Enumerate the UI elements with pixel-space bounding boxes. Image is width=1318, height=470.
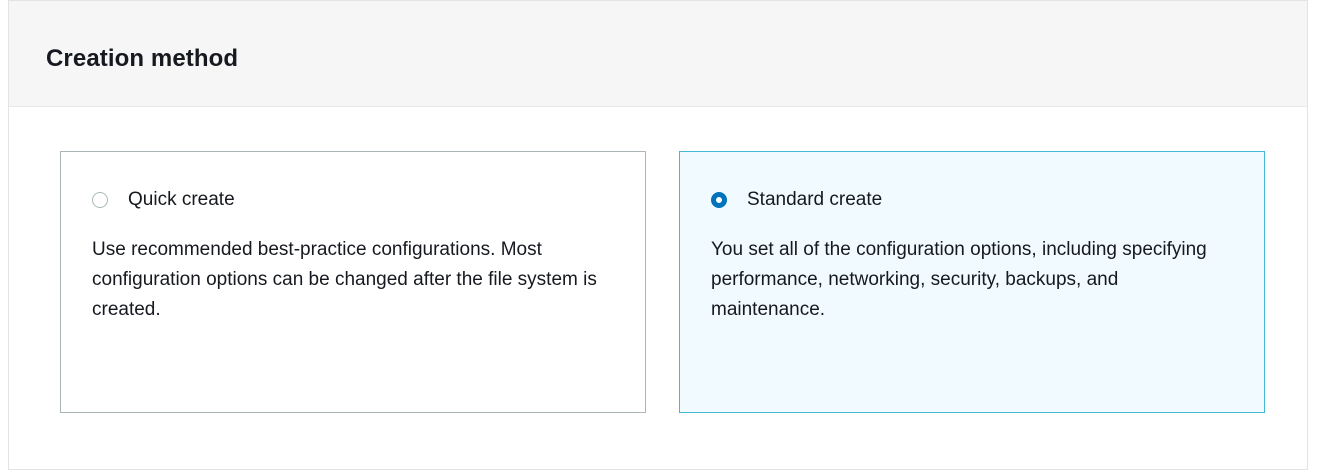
standard-create-description: You set all of the configuration options…: [711, 239, 1207, 320]
quick-create-radio-button[interactable]: [92, 192, 108, 208]
standard-create-radio-row[interactable]: Standard create: [711, 189, 882, 211]
quick-create-label[interactable]: Quick create: [128, 189, 235, 211]
standard-create-radio-button[interactable]: [711, 192, 727, 208]
standard-create-label[interactable]: Standard create: [747, 189, 882, 211]
quick-create-description: Use recommended best-practice configurat…: [92, 239, 597, 320]
quick-create-radio-row[interactable]: Quick create: [92, 189, 235, 211]
standard-create-tile[interactable]: Standard create You set all of the confi…: [679, 151, 1265, 413]
section-title: Creation method: [46, 45, 239, 72]
panel-header: Creation method: [9, 1, 1307, 107]
quick-create-tile[interactable]: Quick create Use recommended best-practi…: [60, 151, 646, 413]
